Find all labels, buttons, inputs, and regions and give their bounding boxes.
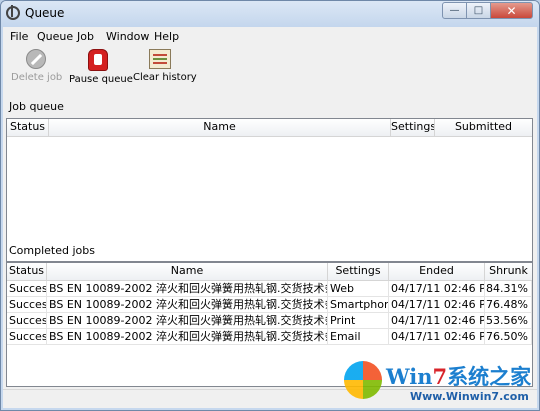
window-controls: — □ ✕ bbox=[442, 2, 533, 19]
completed-jobs-header: Status Name Settings Ended Shrunk bbox=[7, 263, 532, 281]
col-status[interactable]: Status bbox=[7, 263, 47, 280]
delete-job-label: Delete job bbox=[11, 72, 63, 83]
menu-window[interactable]: Window bbox=[106, 30, 149, 43]
completed-jobs-label: Completed jobs bbox=[9, 244, 95, 257]
col-name[interactable]: Name bbox=[49, 119, 391, 136]
cell-settings: Email bbox=[328, 329, 389, 345]
col-name[interactable]: Name bbox=[47, 263, 328, 280]
col-ended[interactable]: Ended bbox=[389, 263, 485, 280]
app-icon[interactable] bbox=[6, 5, 20, 20]
table-row[interactable]: Success BS EN 10089-2002 淬火和回火弹簧用热轧钢.交货技… bbox=[7, 281, 532, 297]
maximize-button[interactable]: □ bbox=[466, 2, 491, 19]
menu-queue[interactable]: Queue bbox=[37, 30, 73, 43]
clear-history-button[interactable]: Clear history bbox=[133, 49, 197, 83]
col-status[interactable]: Status bbox=[7, 119, 49, 136]
watermark-brand-b: 7 bbox=[432, 364, 448, 389]
delete-job-button[interactable]: Delete job bbox=[11, 49, 63, 83]
watermark-brand-a: Win bbox=[386, 364, 433, 389]
watermark-url: Www.Winwin7.com bbox=[410, 390, 529, 403]
watermark: Win7系统之家 Www.Winwin7.com bbox=[340, 359, 536, 409]
pause-queue-label: Pause queue bbox=[69, 74, 133, 85]
menu-bar: File Queue Job Window Help bbox=[3, 27, 537, 45]
cell-shrunk: 84.31% bbox=[485, 281, 532, 297]
cell-shrunk: 76.50% bbox=[485, 329, 532, 345]
cell-name: BS EN 10089-2002 淬火和回火弹簧用热轧钢.交货技术条件 bbox=[47, 313, 328, 329]
table-row[interactable]: Success BS EN 10089-2002 淬火和回火弹簧用热轧钢.交货技… bbox=[7, 297, 532, 313]
cell-name: BS EN 10089-2002 淬火和回火弹簧用热轧钢.交货技术条件 bbox=[47, 281, 328, 297]
job-queue-header: Status Name Settings Submitted bbox=[7, 119, 532, 137]
windows-logo-icon bbox=[344, 361, 382, 399]
clear-list-icon bbox=[149, 49, 171, 69]
col-submitted[interactable]: Submitted bbox=[435, 119, 532, 136]
delete-icon bbox=[26, 49, 46, 69]
title-bar[interactable]: Queue — □ ✕ bbox=[1, 1, 539, 27]
menu-help[interactable]: Help bbox=[154, 30, 179, 43]
toolbar: Delete job Pause queue Clear history bbox=[3, 45, 537, 93]
menu-file[interactable]: File bbox=[10, 30, 28, 43]
col-settings[interactable]: Settings bbox=[391, 119, 435, 136]
table-row[interactable]: Success BS EN 10089-2002 淬火和回火弹簧用热轧钢.交货技… bbox=[7, 313, 532, 329]
cell-settings: Smartphone bbox=[328, 297, 389, 313]
window-title: Queue bbox=[25, 6, 65, 20]
cell-status: Success bbox=[7, 313, 47, 329]
cell-status: Success bbox=[7, 281, 47, 297]
cell-status: Success bbox=[7, 329, 47, 345]
cell-ended: 04/17/11 02:46 PM bbox=[389, 329, 485, 345]
cell-shrunk: 76.48% bbox=[485, 297, 532, 313]
col-settings[interactable]: Settings bbox=[328, 263, 389, 280]
cell-ended: 04/17/11 02:46 PM bbox=[389, 297, 485, 313]
cell-status: Success bbox=[7, 297, 47, 313]
cell-settings: Web bbox=[328, 281, 389, 297]
cell-name: BS EN 10089-2002 淬火和回火弹簧用热轧钢.交货技术条件 bbox=[47, 297, 328, 313]
job-queue-label: Job queue bbox=[9, 100, 64, 113]
clear-history-label: Clear history bbox=[133, 72, 197, 83]
cell-settings: Print bbox=[328, 313, 389, 329]
stop-hand-icon bbox=[88, 49, 108, 71]
client-area: File Queue Job Window Help Delete job Pa… bbox=[3, 27, 537, 408]
col-shrunk[interactable]: Shrunk bbox=[485, 263, 532, 280]
pause-queue-button[interactable]: Pause queue bbox=[69, 49, 133, 85]
close-button[interactable]: ✕ bbox=[490, 2, 533, 19]
watermark-brand-c: 系统之家 bbox=[447, 364, 532, 389]
cell-ended: 04/17/11 02:46 PM bbox=[389, 281, 485, 297]
table-row[interactable]: Success BS EN 10089-2002 淬火和回火弹簧用热轧钢.交货技… bbox=[7, 329, 532, 345]
minimize-button[interactable]: — bbox=[442, 2, 467, 19]
job-queue-table[interactable]: Status Name Settings Submitted bbox=[6, 118, 533, 262]
watermark-brand: Win7系统之家 bbox=[386, 361, 531, 391]
cell-shrunk: 53.56% bbox=[485, 313, 532, 329]
cell-name: BS EN 10089-2002 淬火和回火弹簧用热轧钢.交货技术条件 bbox=[47, 329, 328, 345]
queue-window: Queue — □ ✕ File Queue Job Window Help D… bbox=[0, 0, 540, 411]
menu-job[interactable]: Job bbox=[77, 30, 94, 43]
cell-ended: 04/17/11 02:46 PM bbox=[389, 313, 485, 329]
